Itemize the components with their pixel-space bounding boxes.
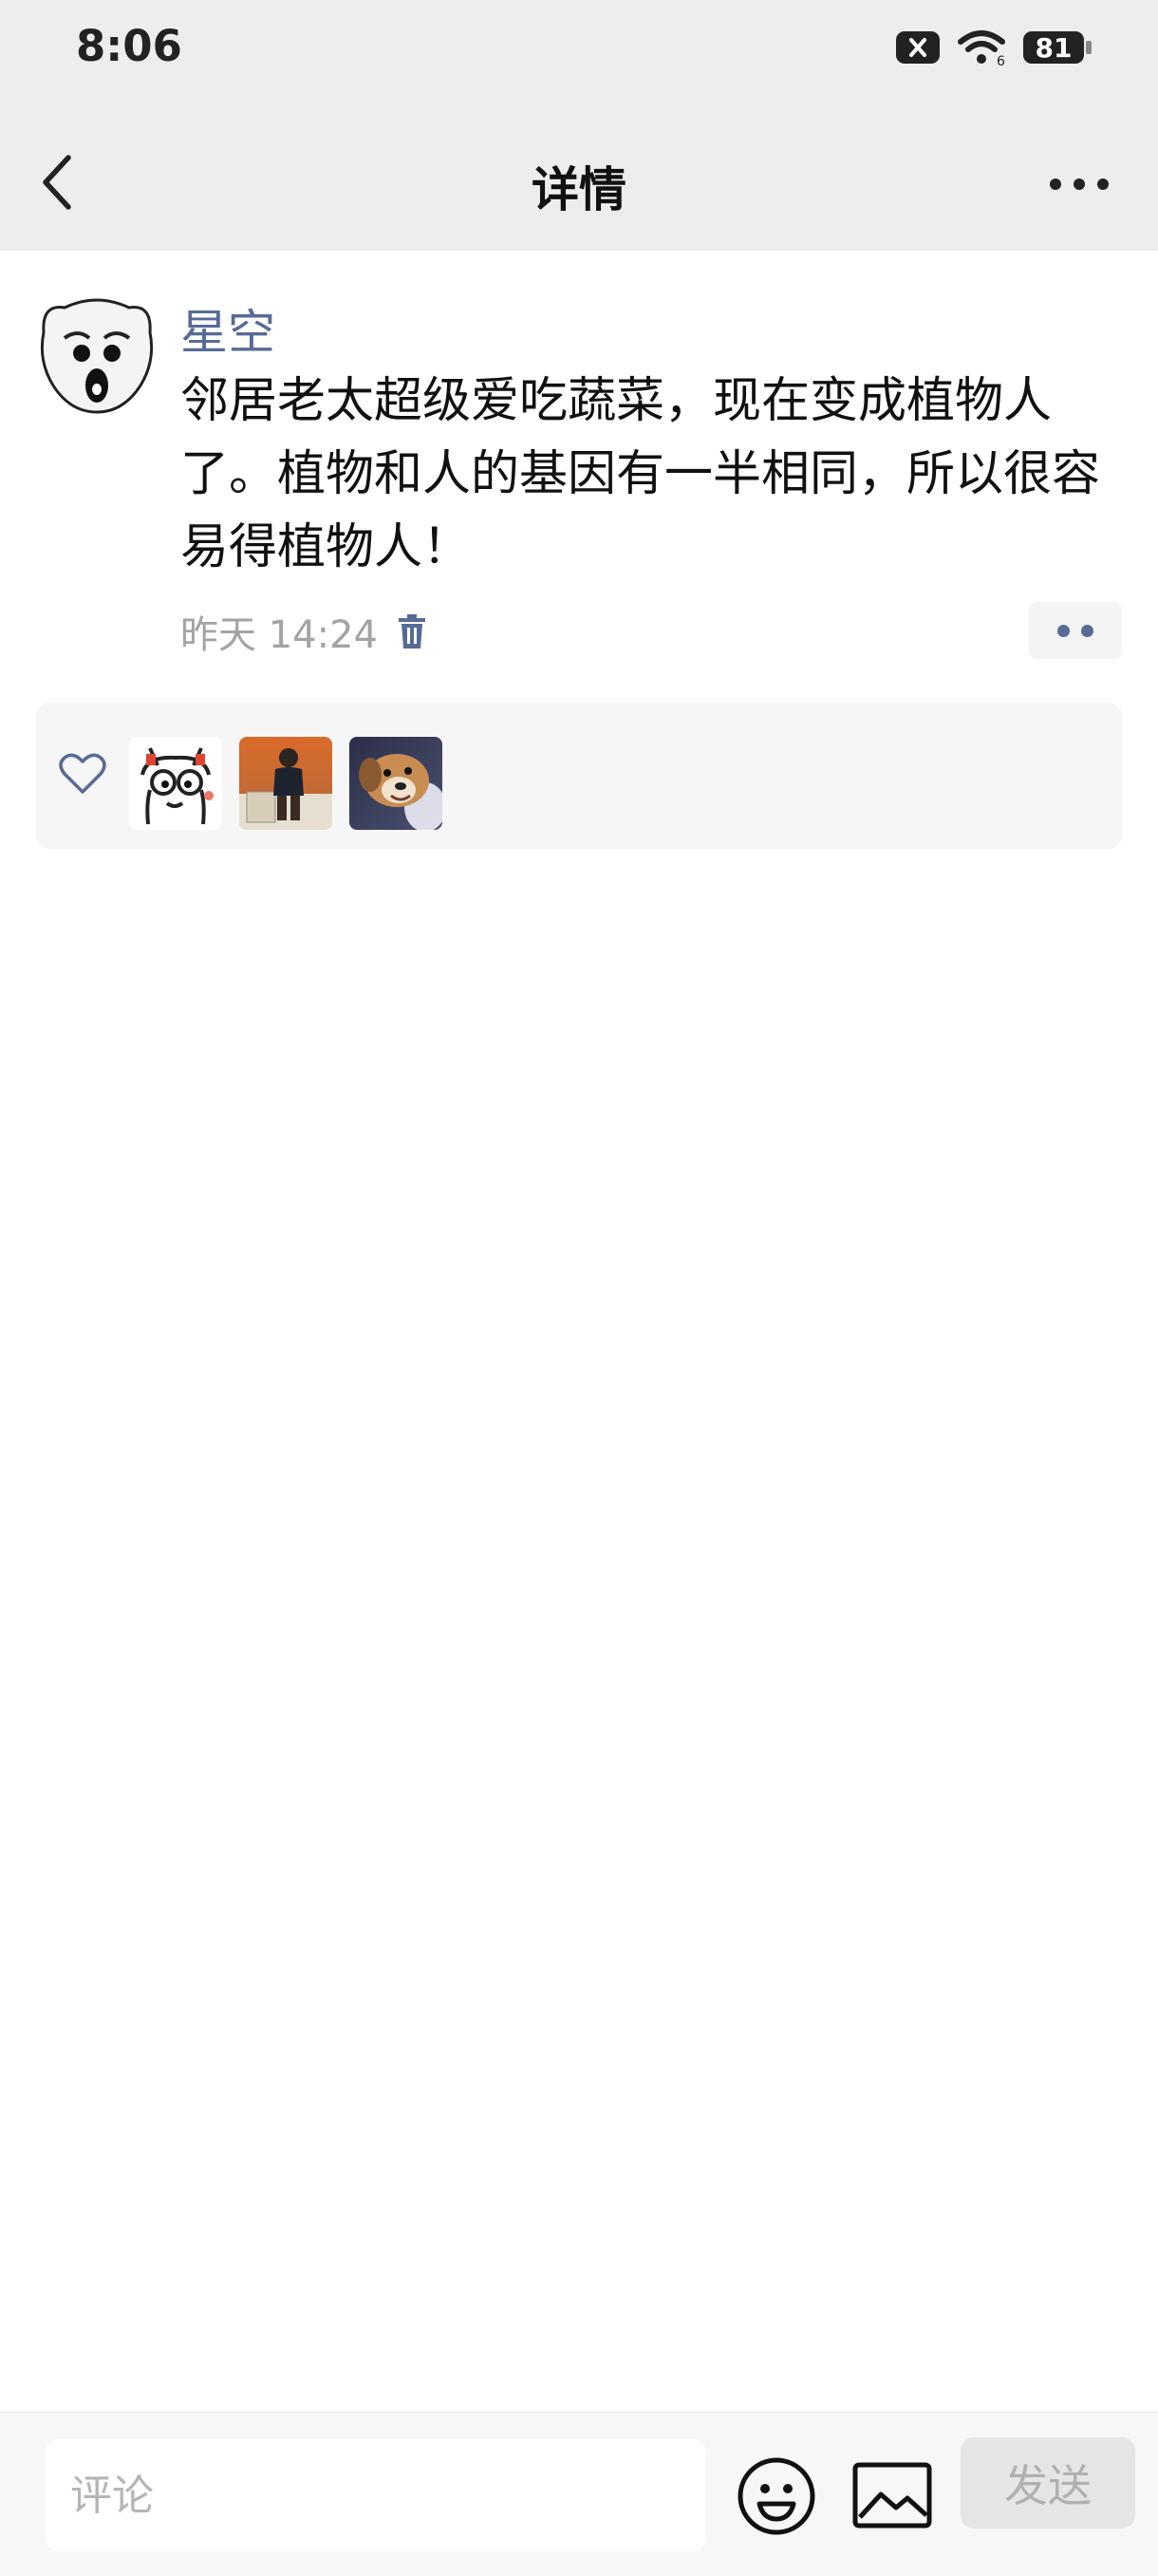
send-button[interactable]: 发送 <box>961 2437 1135 2529</box>
svg-text:6: 6 <box>997 54 1005 66</box>
wifi-icon: 6 <box>958 30 1005 66</box>
child-photo-avatar[interactable] <box>239 737 332 830</box>
emoji-icon <box>738 2457 815 2535</box>
post-time: 昨天 14:24 <box>180 613 378 657</box>
page-title: 详情 <box>532 162 626 217</box>
likes-panel <box>36 703 1122 849</box>
author-name[interactable]: 星空 <box>180 294 275 363</box>
more-dots-icon <box>1050 179 1109 190</box>
dog-photo-avatar[interactable] <box>349 737 442 830</box>
battery-icon: 81 <box>1023 31 1092 64</box>
image-icon <box>852 2462 932 2529</box>
emoji-button[interactable] <box>737 2456 816 2536</box>
post-content: 邻居老太超级爱吃蔬菜，现在变成植物人了。植物和人的基因有一半相同，所以很容易得植… <box>180 373 1101 575</box>
image-button[interactable] <box>852 2462 932 2529</box>
heart-outline-icon <box>59 753 106 794</box>
dot <box>1081 624 1093 637</box>
nav-header: 详情 <box>0 99 1158 251</box>
comment-composer: 发送 <box>0 2412 1158 2576</box>
action-dots-icon[interactable] <box>1029 602 1122 659</box>
battery-level: 81 <box>1035 31 1073 64</box>
more-button[interactable] <box>1046 165 1112 203</box>
dot <box>1057 624 1070 637</box>
doodle-face-avatar[interactable] <box>129 737 222 830</box>
sim-blocked-icon <box>896 31 940 64</box>
trash-icon[interactable] <box>395 612 429 650</box>
author-avatar[interactable] <box>36 294 158 416</box>
status-bar: 8:06 6 81 <box>0 0 1158 99</box>
post-meta: 昨天 14:24 <box>180 604 429 659</box>
comment-input[interactable] <box>46 2439 706 2551</box>
status-icons: 6 81 <box>896 28 1092 66</box>
status-time: 8:06 <box>76 21 182 71</box>
